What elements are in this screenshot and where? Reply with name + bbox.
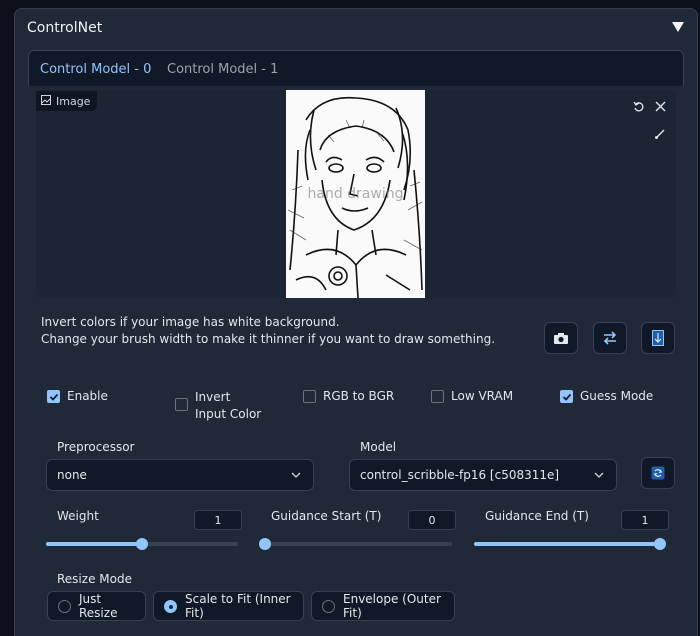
- enable-label: Enable: [67, 389, 108, 403]
- accordion-title[interactable]: ControlNet: [27, 20, 102, 36]
- envelope-label: Envelope (Outer Fit): [343, 592, 441, 620]
- checkbox-low-vram-box[interactable]: [431, 390, 444, 403]
- guess-mode-checkbox[interactable]: Guess Mode: [560, 389, 653, 403]
- radio-dot[interactable]: [164, 599, 177, 613]
- scale-to-fit-label: Scale to Fit (Inner Fit): [185, 592, 291, 620]
- enable-checkbox[interactable]: Enable: [47, 389, 108, 403]
- just-resize-label: Just Resize: [79, 592, 118, 620]
- image-label: Image: [36, 91, 98, 111]
- guidance-end-input[interactable]: 1: [621, 510, 669, 530]
- radio-just-resize[interactable]: Just Resize: [47, 591, 146, 621]
- guess-mode-label: Guess Mode: [580, 389, 654, 403]
- radio-dot[interactable]: [58, 599, 71, 613]
- image-label-text: Image: [56, 94, 91, 108]
- weight-slider-fill: [46, 542, 142, 546]
- preprocessor-select[interactable]: none: [46, 459, 314, 491]
- guidance-start-slider-thumb[interactable]: [259, 538, 271, 550]
- guidance-start-label: Guidance Start (T): [271, 509, 382, 523]
- preprocessor-label: Preprocessor: [57, 440, 135, 454]
- preprocessor-value: none: [57, 468, 87, 482]
- refresh-models-button[interactable]: [641, 457, 675, 489]
- tab-control-model-1[interactable]: Control Model - 1: [167, 62, 278, 77]
- weight-slider[interactable]: [46, 538, 238, 550]
- low-vram-checkbox[interactable]: Low VRAM: [431, 389, 513, 403]
- hint-brush: Change your brush width to make it thinn…: [41, 332, 496, 346]
- collapse-triangle-icon[interactable]: [671, 20, 685, 34]
- guidance-end-label: Guidance End (T): [485, 509, 589, 523]
- resize-mode-label: Resize Mode: [57, 572, 132, 586]
- guidance-start-slider[interactable]: [259, 538, 452, 550]
- camera-button[interactable]: [544, 322, 578, 354]
- refresh-icon: [651, 466, 665, 480]
- guidance-end-slider-fill: [474, 542, 660, 546]
- radio-dot[interactable]: [322, 599, 335, 613]
- image-icon: [41, 94, 51, 108]
- model-value: control_scribble-fp16 [c508311e]: [360, 468, 560, 482]
- low-vram-label: Low VRAM: [451, 389, 514, 403]
- hint-invert: Invert colors if your image has white ba…: [41, 315, 340, 329]
- close-icon[interactable]: [651, 97, 669, 115]
- arrow-down-icon: [652, 330, 664, 346]
- radio-scale-to-fit[interactable]: Scale to Fit (Inner Fit): [153, 591, 304, 621]
- sketch-overlay-text: hand drawing: [307, 186, 404, 202]
- send-dimensions-button[interactable]: [641, 322, 675, 354]
- checkbox-rgb-box[interactable]: [303, 390, 316, 403]
- checkbox-guess-mode-box[interactable]: [560, 390, 573, 403]
- model-label: Model: [360, 440, 397, 454]
- invert-input-color-label: Invert Input Color: [195, 390, 262, 421]
- tab-bar: Control Model - 0 Control Model - 1: [28, 50, 684, 88]
- brush-icon[interactable]: [651, 125, 669, 143]
- checkbox-invert-box[interactable]: [175, 398, 188, 411]
- weight-input[interactable]: 1: [194, 510, 242, 530]
- rgb-to-bgr-checkbox[interactable]: RGB to BGR: [303, 389, 394, 403]
- radio-envelope[interactable]: Envelope (Outer Fit): [311, 591, 455, 621]
- invert-input-color-checkbox[interactable]: Invert Input Color: [175, 389, 265, 423]
- swap-button[interactable]: [593, 322, 627, 354]
- guidance-start-input[interactable]: 0: [408, 510, 456, 530]
- weight-label: Weight: [57, 509, 99, 523]
- chevron-down-icon: [291, 472, 301, 478]
- model-select[interactable]: control_scribble-fp16 [c508311e]: [349, 459, 617, 491]
- sketch-image: hand drawing: [286, 90, 425, 298]
- checkbox-enable-box[interactable]: [47, 390, 60, 403]
- swap-arrows-icon: [603, 331, 617, 345]
- guidance-end-slider[interactable]: [474, 538, 666, 550]
- weight-slider-thumb[interactable]: [136, 538, 148, 550]
- undo-icon[interactable]: [630, 97, 648, 115]
- camera-icon: [554, 332, 568, 344]
- tab-control-model-0[interactable]: Control Model - 0: [40, 62, 151, 77]
- rgb-to-bgr-label: RGB to BGR: [323, 389, 395, 403]
- chevron-down-icon: [594, 472, 604, 478]
- guidance-end-slider-thumb[interactable]: [654, 538, 666, 550]
